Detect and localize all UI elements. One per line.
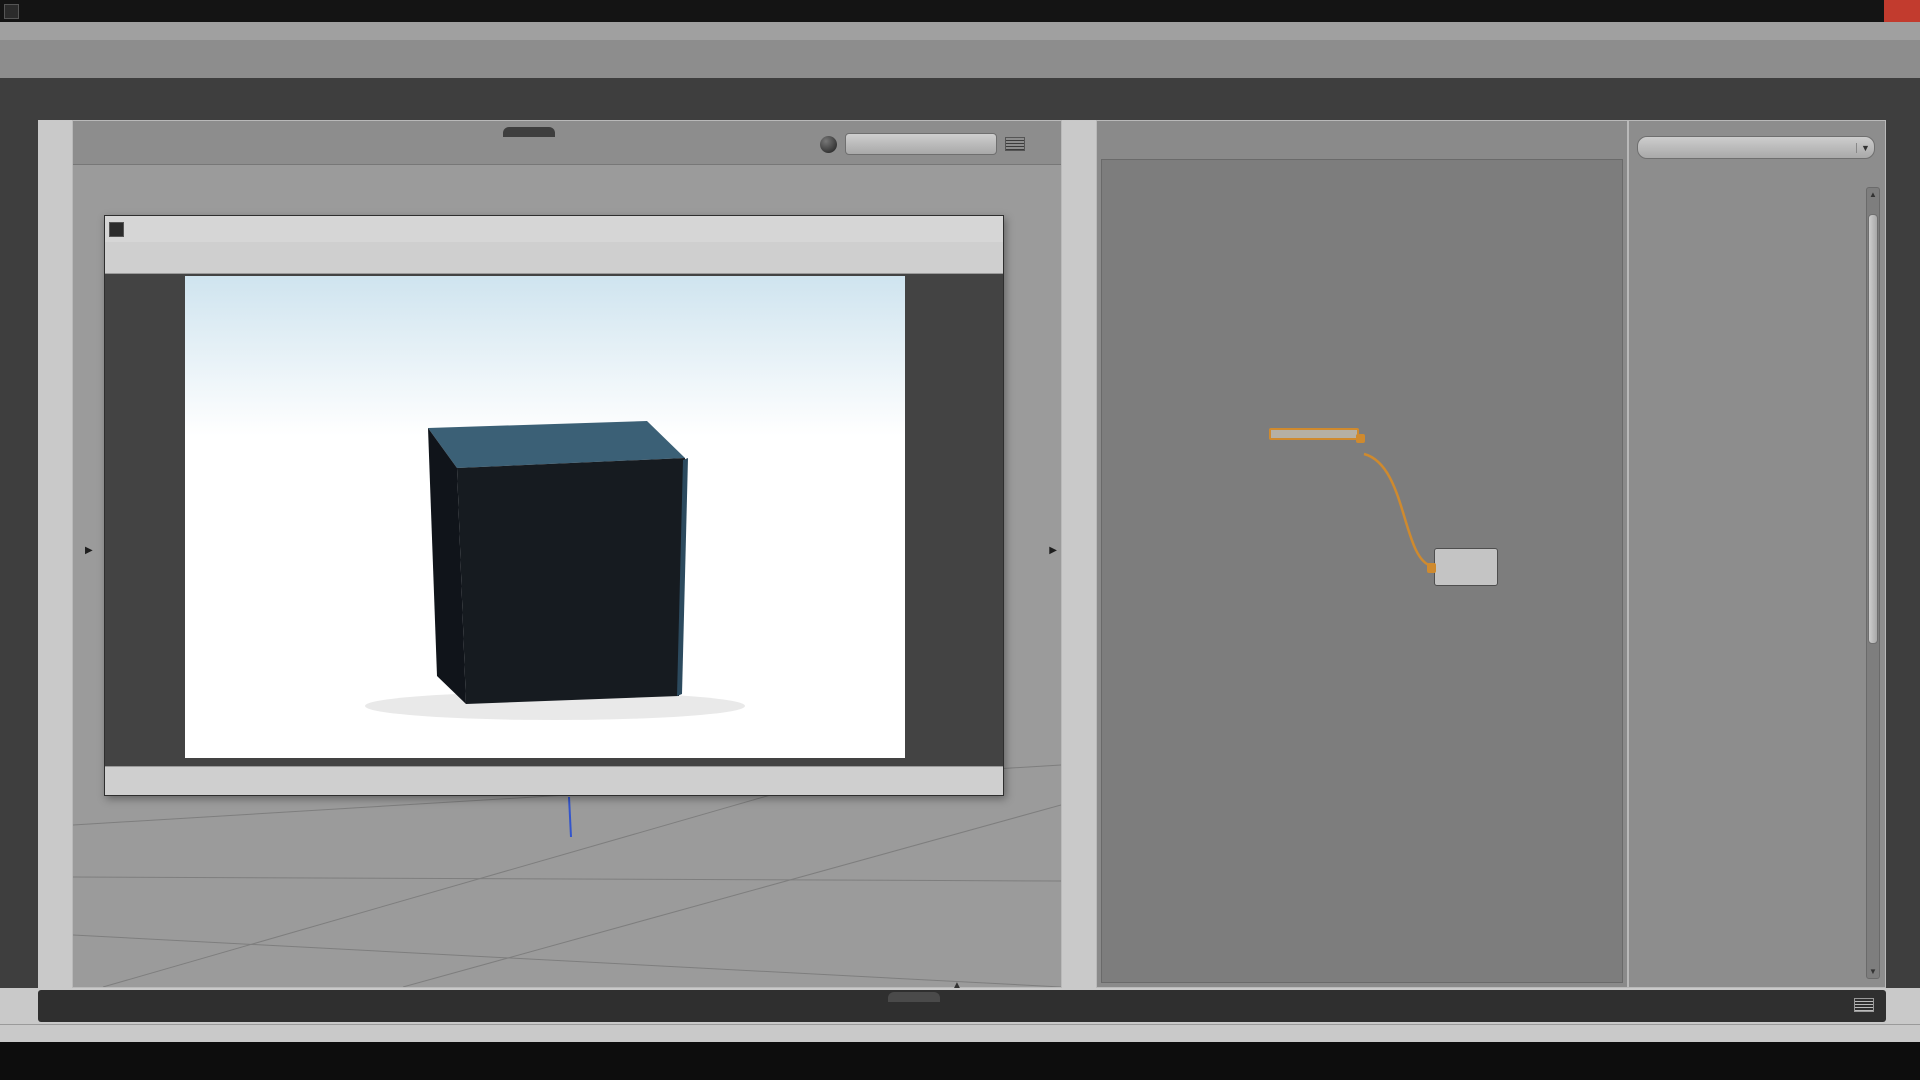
viewport-menu-icon[interactable] <box>1005 137 1025 151</box>
center-pane-tabs <box>1062 120 1096 988</box>
node-graph-editor <box>1096 120 1628 988</box>
properties-title <box>1629 121 1885 136</box>
right-activity-strip <box>1886 120 1920 988</box>
viewport-pane-tab[interactable] <box>503 127 555 137</box>
octane-window-icon <box>109 222 124 237</box>
material-properties-panel: ▼ ▲ ▼ <box>1628 120 1886 988</box>
node-link <box>1102 160 1623 983</box>
nge-header <box>1097 121 1627 159</box>
octane-maximize-button[interactable] <box>931 218 967 240</box>
menu-bar <box>0 22 1920 40</box>
left-pane-tabs <box>38 120 72 988</box>
octane-viewport-window <box>104 215 1004 796</box>
octane-toolbar <box>105 242 1003 274</box>
scrollbar-thumb[interactable] <box>1868 214 1878 644</box>
octane-close-button[interactable] <box>967 218 1003 240</box>
octane-minimize-button[interactable] <box>895 218 931 240</box>
timeline-collapse-arrow[interactable]: ▲ <box>952 980 962 991</box>
timeline-bar <box>38 990 1886 1022</box>
file-actions-strip <box>0 120 38 1024</box>
timeline-menu-icon[interactable] <box>1854 998 1874 1012</box>
default-material-node[interactable] <box>1434 548 1498 586</box>
footer-strip <box>0 1024 1920 1042</box>
activity-bar <box>0 40 1920 78</box>
rendered-image <box>185 276 905 758</box>
material-type-selector[interactable]: ▼ <box>1637 136 1875 159</box>
material-in-port[interactable] <box>1427 563 1436 573</box>
viewport-pane: ▶ ▶ <box>72 120 1062 988</box>
viewport-shading-icon[interactable] <box>820 136 837 153</box>
window-titlebar <box>0 0 1920 22</box>
main-toolbar <box>0 78 1920 120</box>
material-out-port[interactable] <box>1356 434 1365 443</box>
windows-taskbar <box>0 1042 1920 1080</box>
close-button[interactable] <box>1884 0 1920 22</box>
camera-selector[interactable] <box>845 133 997 155</box>
timeline-row: ▲ <box>0 988 1920 1024</box>
specular-material-node[interactable] <box>1269 428 1359 440</box>
scroll-down-icon[interactable]: ▼ <box>1867 967 1879 976</box>
octane-window-titlebar[interactable] <box>105 216 1003 242</box>
pane-collapse-arrow-right[interactable]: ▶ <box>1049 545 1057 556</box>
octane-control-bar <box>105 766 1003 795</box>
render-content <box>185 276 905 758</box>
maximize-button[interactable] <box>1848 0 1884 22</box>
octane-render-area <box>105 274 1003 766</box>
viewport-canvas[interactable] <box>73 165 1061 987</box>
chevron-down-icon: ▼ <box>1856 143 1874 153</box>
properties-scrollbar[interactable]: ▲ ▼ <box>1866 187 1880 979</box>
timeline-pane-tab[interactable] <box>888 992 940 1002</box>
daz-studio-window: ▶ ▶ <box>0 0 1920 1080</box>
minimize-button[interactable] <box>1812 0 1848 22</box>
app-icon <box>4 4 19 19</box>
viewport-header <box>73 121 1061 165</box>
nge-canvas[interactable] <box>1101 159 1623 983</box>
scroll-up-icon[interactable]: ▲ <box>1867 190 1879 199</box>
pane-collapse-arrow-left[interactable]: ▶ <box>85 545 93 556</box>
